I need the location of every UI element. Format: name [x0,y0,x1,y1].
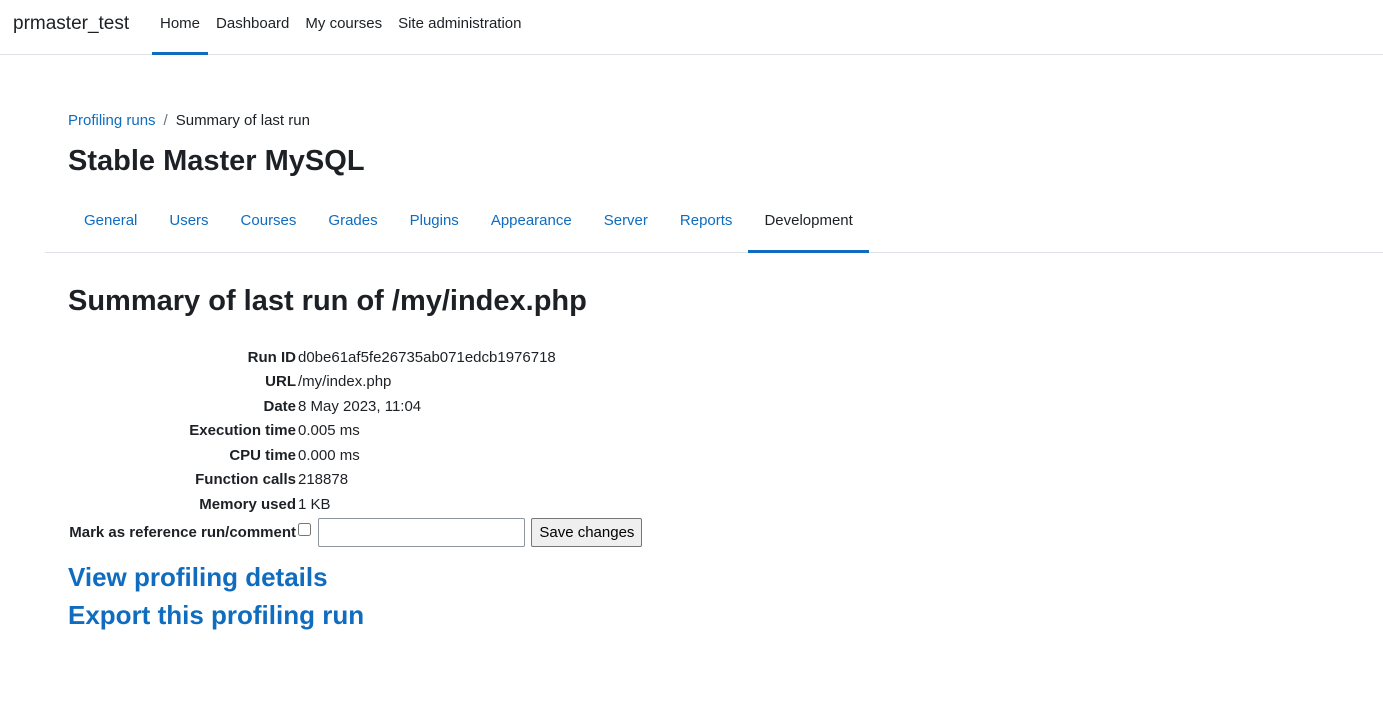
date-value: 8 May 2023, 11:04 [298,397,422,415]
tab-grades[interactable]: Grades [312,195,393,252]
nav-item-site-administration[interactable]: Site administration [390,0,529,54]
summary-row-function-calls: Function calls 218878 [68,468,642,493]
breadcrumb: Profiling runs / Summary of last run [68,112,310,129]
reference-run-checkbox[interactable] [298,523,311,536]
top-navbar: prmaster_test Home Dashboard My courses … [0,0,1383,55]
export-profiling-run-link[interactable]: Export this profiling run [68,600,364,631]
tab-appearance[interactable]: Appearance [475,195,588,252]
summary-row-reference: Mark as reference run/comment Save chang… [68,517,643,549]
profiling-summary-table: Run ID d0be61af5fe26735ab071edcb1976718 … [68,345,643,549]
summary-row-cpu-time: CPU time 0.000 ms [68,443,642,468]
run-id-label: Run ID [247,348,296,366]
page-title: Stable Master MySQL [68,145,365,177]
memory-used-label: Memory used [199,495,296,513]
function-calls-value: 218878 [298,471,349,489]
tab-plugins[interactable]: Plugins [394,195,475,252]
run-id-value: d0be61af5fe26735ab071edcb1976718 [298,348,556,366]
save-changes-button[interactable]: Save changes [531,518,643,547]
tab-development[interactable]: Development [748,195,870,253]
view-profiling-details-link[interactable]: View profiling details [68,562,328,593]
summary-row-url: URL /my/index.php [68,370,642,395]
breadcrumb-separator: / [163,112,168,129]
site-brand[interactable]: prmaster_test [13,13,129,35]
execution-time-value: 0.005 ms [298,422,360,440]
url-value: /my/index.php [298,373,392,391]
tab-users[interactable]: Users [153,195,224,252]
tab-general[interactable]: General [45,195,153,252]
summary-row-date: Date 8 May 2023, 11:04 [68,394,642,419]
cpu-time-label: CPU time [229,446,296,464]
tab-reports[interactable]: Reports [664,195,749,252]
primary-navigation: Home Dashboard My courses Site administr… [152,0,530,55]
admin-tabs: General Users Courses Grades Plugins App… [45,195,1383,253]
breadcrumb-current: Summary of last run [175,112,310,129]
url-label: URL [265,373,296,391]
summary-heading: Summary of last run of /my/index.php [68,285,587,317]
tab-server[interactable]: Server [588,195,664,252]
summary-row-run-id: Run ID d0be61af5fe26735ab071edcb1976718 [68,345,642,370]
function-calls-label: Function calls [195,471,296,489]
summary-row-memory-used: Memory used 1 KB [68,492,642,517]
reference-label: Mark as reference run/comment [69,524,296,541]
date-label: Date [263,397,296,415]
nav-item-dashboard[interactable]: Dashboard [208,0,297,54]
reference-controls: Save changes [298,517,643,549]
nav-item-home[interactable]: Home [152,0,209,55]
summary-row-execution-time: Execution time 0.005 ms [68,419,642,444]
reference-comment-input[interactable] [318,518,526,547]
cpu-time-value: 0.000 ms [298,446,360,464]
breadcrumb-profiling-runs-link[interactable]: Profiling runs [68,112,156,129]
execution-time-label: Execution time [189,422,296,440]
memory-used-value: 1 KB [298,495,331,513]
tab-courses[interactable]: Courses [225,195,313,252]
nav-item-my-courses[interactable]: My courses [297,0,390,54]
